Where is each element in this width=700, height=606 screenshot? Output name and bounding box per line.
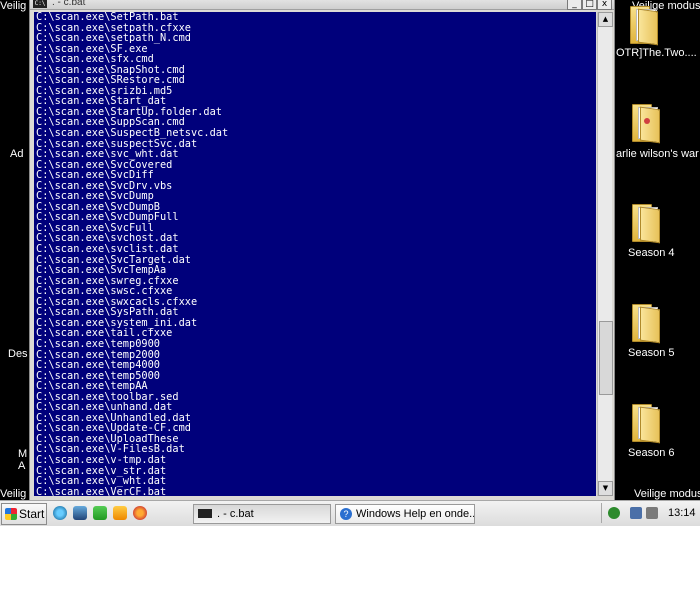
scroll-up-icon[interactable]: ▲ — [598, 12, 613, 27]
console-line: C:\scan.exe\SuspectB_netsvc.dat — [36, 127, 229, 140]
desktop-icon[interactable] — [73, 506, 87, 520]
folder-label: arlie wilson's war — [616, 148, 699, 160]
console-lines: C:\scan.exe\SetPath.bat C:\scan.exe\setpa… — [34, 12, 596, 496]
close-button[interactable]: x — [597, 0, 612, 10]
console-icon: C:\ — [33, 0, 47, 8]
minimize-button[interactable]: _ — [567, 0, 582, 10]
maximize-button[interactable]: □ — [582, 0, 597, 10]
folder-label: Veilige modus — [634, 488, 700, 500]
desktop-label-fragment[interactable]: A — [18, 460, 25, 472]
console-window[interactable]: C:\ . - c.bat _ □ x C:\scan.exe\SetPath.… — [29, 0, 615, 502]
console-line: C:\scan.exe\v-tmp.dat — [36, 453, 167, 466]
volume-icon[interactable] — [646, 507, 658, 519]
console-output[interactable]: C:\scan.exe\SetPath.bat C:\scan.exe\setpa… — [34, 12, 596, 496]
clock[interactable]: 13:14 — [668, 503, 696, 523]
start-button[interactable]: Start — [1, 503, 47, 525]
system-tray: 13:14 — [601, 503, 700, 523]
start-label: Start — [19, 507, 45, 521]
console-icon — [198, 509, 212, 518]
folder-icon — [630, 404, 660, 444]
desktop-label-fragment[interactable]: Veilig — [0, 0, 26, 12]
desktop-label-fragment[interactable]: M — [18, 448, 27, 460]
taskbar: Start . - c.bat ? Windows Help en onde..… — [0, 500, 700, 526]
media-icon[interactable] — [113, 506, 127, 520]
folder-label: Season 6 — [628, 447, 675, 459]
windows-logo-icon — [5, 508, 17, 520]
title-bar[interactable]: C:\ . - c.bat _ □ x — [30, 0, 614, 10]
console-line: C:\scan.exe\temp0900 — [36, 337, 160, 350]
folder-icon — [630, 204, 660, 244]
folder-label: Season 4 — [628, 247, 675, 259]
security-icon[interactable] — [608, 507, 620, 519]
help-icon: ? — [340, 508, 352, 520]
folder-label: Season 5 — [628, 347, 675, 359]
desktop-label-fragment[interactable]: Ad — [10, 148, 23, 160]
folder-icon — [628, 6, 658, 46]
folder-icon — [630, 304, 660, 344]
scrollbar-thumb[interactable] — [599, 321, 613, 396]
task-label: . - c.bat — [217, 508, 254, 520]
desktop-label-fragment[interactable]: Des — [8, 348, 28, 360]
desktop: Veilig Ad Des M A Veilig Veilige modus O… — [0, 0, 700, 525]
console-line: C:\scan.exe\SetPath.bat — [36, 12, 179, 23]
console-line: C:\scan.exe\temp4000 — [36, 359, 160, 372]
ie-icon[interactable] — [53, 506, 67, 520]
vertical-scrollbar[interactable]: ▲ ▼ — [597, 12, 613, 496]
taskbar-item-console[interactable]: . - c.bat — [193, 504, 331, 524]
scroll-down-icon[interactable]: ▼ — [598, 481, 613, 496]
window-title: . - c.bat — [52, 0, 86, 8]
firefox-icon[interactable] — [133, 506, 147, 520]
folder-label: OTR]The.Two.... — [616, 47, 697, 59]
console-line: C:\scan.exe\VerCF.bat — [36, 485, 167, 496]
messenger-icon[interactable] — [93, 506, 107, 520]
desktop-label-fragment[interactable]: Veilig — [0, 488, 26, 500]
console-line: C:\scan.exe\svclist.dat — [36, 243, 179, 256]
task-label: Windows Help en onde... — [356, 508, 475, 520]
folder-icon — [630, 104, 660, 144]
network-icon[interactable] — [630, 507, 642, 519]
taskbar-item-help[interactable]: ? Windows Help en onde... — [335, 504, 475, 524]
